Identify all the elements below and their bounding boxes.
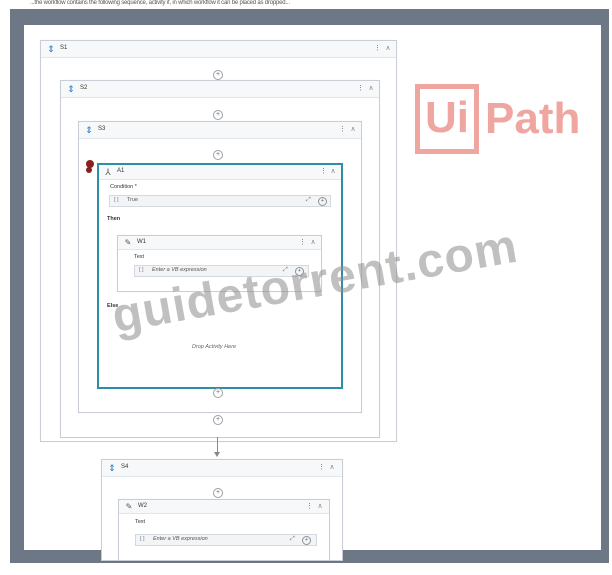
write-line-w2-header: ✎ W2 ⋮ ∧ [119, 500, 329, 514]
expand-editor-icon[interactable]: ⤢ [306, 197, 311, 204]
add-activity-icon[interactable]: + [213, 110, 223, 120]
more-options-icon[interactable]: ⋮ [374, 44, 381, 53]
more-options-icon[interactable]: ⋮ [320, 167, 327, 176]
vb-icon: [ ] [140, 536, 145, 542]
sequence-s3-header: ⇕ S3 ⋮ ∧ [79, 122, 361, 139]
vb-icon: [ ] [139, 267, 144, 273]
more-options-icon[interactable]: ⋮ [357, 84, 364, 93]
collapse-icon[interactable]: ∧ [367, 84, 375, 93]
sequence-s3-title: S3 [98, 126, 106, 132]
logo-text: Path [485, 94, 581, 143]
sequence-s4-title: S4 [121, 464, 129, 470]
collapse-icon[interactable]: ∧ [316, 502, 324, 511]
text-placeholder: Enter a VB expression [153, 536, 208, 542]
collapse-icon[interactable]: ∧ [328, 463, 336, 472]
more-options-icon[interactable]: ⋮ [318, 463, 325, 472]
sequence-icon: ⇕ [85, 125, 93, 135]
breakpoint-indicator-secondary [86, 167, 92, 173]
text-expression-field[interactable]: [ ] Enter a VB expression ⤢ + [135, 534, 317, 546]
text-label: Text [135, 519, 146, 525]
write-line-icon: ✎ [124, 238, 132, 247]
add-activity-icon[interactable]: + [213, 70, 223, 80]
drop-activity-here: Drop Activity Here [192, 344, 237, 350]
sequence-icon: ⇕ [67, 84, 75, 94]
sequence-s4-header: ⇕ S4 ⋮ ∧ [102, 460, 342, 477]
write-line-w1-title: W1 [137, 239, 146, 245]
flow-arrow-icon [214, 452, 220, 457]
write-line-icon: ✎ [125, 502, 133, 511]
text-placeholder: Enter a VB expression [152, 267, 207, 273]
expand-editor-icon[interactable]: ⤢ [290, 536, 295, 543]
uipath-logo: Ui Path [415, 82, 580, 156]
collapse-icon[interactable]: ∧ [329, 167, 337, 176]
vb-icon: [ ] [114, 197, 119, 203]
text-label: Text [134, 254, 145, 260]
add-activity-icon[interactable]: + [213, 488, 223, 498]
logo-box: Ui [415, 84, 479, 154]
add-activity-icon[interactable]: + [213, 150, 223, 160]
sequence-icon: ⇕ [108, 463, 116, 473]
condition-value: True [127, 197, 139, 203]
sequence-icon: ⇕ [47, 44, 55, 54]
sequence-s2-header: ⇕ S2 ⋮ ∧ [61, 81, 379, 98]
write-line-w1-header: ✎ W1 ⋮ ∧ [118, 236, 321, 250]
add-activity-icon[interactable]: + [213, 415, 223, 425]
more-options-icon[interactable]: ⋮ [306, 502, 313, 511]
if-activity-title: A1 [117, 168, 125, 174]
collapse-icon[interactable]: ∧ [384, 44, 392, 53]
add-activity-icon[interactable]: + [213, 388, 223, 398]
then-label: Then [107, 216, 121, 222]
condition-label: Condition * [110, 184, 137, 190]
plus-circle-icon[interactable]: + [302, 536, 311, 545]
if-branch-icon: ⅄ [105, 167, 111, 177]
more-options-icon[interactable]: ⋮ [339, 125, 346, 134]
condition-field[interactable]: [ ] True ⤢ + [109, 195, 331, 207]
collapse-icon[interactable]: ∧ [309, 238, 317, 247]
write-line-w2[interactable]: ✎ W2 ⋮ ∧ Text [ ] Enter a VB expression … [118, 499, 330, 561]
collapse-icon[interactable]: ∧ [349, 125, 357, 134]
more-options-icon[interactable]: ⋮ [299, 238, 306, 247]
plus-circle-icon[interactable]: + [318, 197, 327, 206]
write-line-w2-title: W2 [138, 503, 147, 509]
if-activity-header: ⅄ A1 ⋮ ∧ [99, 165, 341, 180]
sequence-s1-header: ⇕ S1 ⋮ ∧ [41, 41, 396, 58]
sequence-s2-title: S2 [80, 85, 88, 91]
sequence-s1-title: S1 [60, 45, 68, 51]
top-cropped-text: ...the workflow contains the following s… [30, 0, 290, 6]
